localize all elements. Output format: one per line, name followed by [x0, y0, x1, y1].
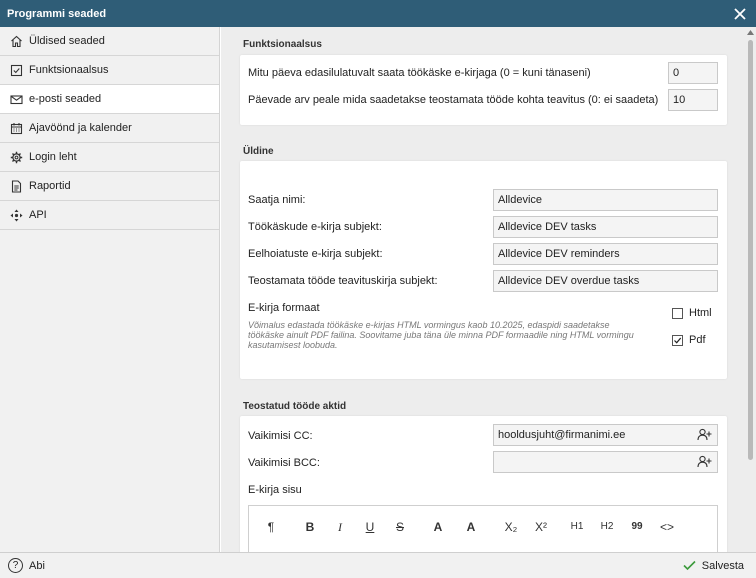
move-arrows-icon — [9, 208, 23, 222]
pdf-checkbox[interactable] — [672, 334, 683, 346]
gear-icon — [9, 150, 23, 164]
footer-bar: ? Abi Salvesta — [0, 552, 756, 578]
tasks-subject-input[interactable]: Alldevice DEV tasks — [493, 216, 718, 238]
save-label: Salvesta — [701, 559, 744, 572]
sidebar-item-label: Üldised seaded — [29, 35, 105, 47]
heading1-button[interactable]: H1 — [569, 521, 585, 532]
sidebar-item-label: Funktsionaalsus — [29, 64, 109, 76]
settings-content: Funktsionaalsus Mitu päeva edasilulatuva… — [221, 27, 745, 552]
default-bcc-label: Vaikimisi BCC: — [248, 457, 320, 469]
superscript-button[interactable]: X² — [533, 520, 549, 534]
pdf-option-label: Pdf — [689, 334, 706, 346]
sidebar-item-login-page[interactable]: Login leht — [0, 143, 219, 172]
functionality-card: Mitu päeva edasilulatuvalt saata töökäsk… — [240, 55, 727, 125]
reminders-subject-label: Eelhoiatuste e-kirja subjekt: — [248, 248, 383, 260]
help-icon: ? — [8, 558, 23, 573]
days-ahead-label: Mitu päeva edasilulatuvalt saata töökäsk… — [248, 67, 591, 79]
section-title-functionality: Funktsionaalsus — [243, 39, 322, 50]
document-icon — [9, 179, 23, 193]
underline-button[interactable]: U — [362, 520, 378, 534]
overdue-subject-input[interactable]: Alldevice DEV overdue tasks — [493, 270, 718, 292]
sender-name-input[interactable]: Alldevice — [493, 189, 718, 211]
tasks-subject-label: Töökäskude e-kirja subjekt: — [248, 221, 382, 233]
sidebar-item-label: API — [29, 209, 47, 221]
window-titlebar: Programmi seaded — [0, 0, 756, 27]
default-bcc-input[interactable] — [493, 451, 718, 473]
overdue-subject-label: Teostamata tööde teavituskirja subjekt: — [248, 275, 438, 287]
bold-button[interactable]: B — [302, 520, 318, 534]
help-label: Abi — [29, 559, 45, 572]
sidebar-item-label: e-posti seaded — [29, 93, 102, 105]
default-cc-value: hooldusjuht@firmanimi.ee — [498, 429, 626, 441]
overdue-days-label: Päevade arv peale mida saadetakse teosta… — [248, 94, 659, 106]
html-checkbox[interactable] — [672, 307, 683, 319]
sidebar-item-email-settings[interactable]: e-posti seaded — [0, 85, 219, 114]
days-ahead-input[interactable]: 0 — [668, 62, 718, 84]
home-icon — [9, 34, 23, 48]
heading2-button[interactable]: H2 — [599, 521, 615, 532]
default-cc-label: Vaikimisi CC: — [248, 430, 313, 442]
html-format-option[interactable]: Html — [672, 307, 712, 319]
sidebar-item-label: Ajavöönd ja kalender — [29, 122, 132, 134]
email-body-label: E-kirja sisu — [248, 484, 302, 496]
sidebar-item-reports[interactable]: Raportid — [0, 172, 219, 201]
sidebar-item-label: Login leht — [29, 151, 77, 163]
envelope-icon — [9, 92, 23, 106]
html-option-label: Html — [689, 307, 712, 319]
code-button[interactable]: <> — [659, 520, 675, 534]
checkbox-icon — [9, 63, 23, 77]
close-icon[interactable] — [732, 6, 748, 22]
overdue-days-input[interactable]: 10 — [668, 89, 718, 111]
calendar-icon — [9, 121, 23, 135]
rich-text-editor[interactable]: ¶ B I U S A A X₂ X² H1 H2 99 <> — [248, 505, 718, 552]
italic-button[interactable]: I — [332, 520, 348, 535]
sidebar-item-label: Raportid — [29, 180, 71, 192]
section-title-completed-acts: Teostatud tööde aktid — [243, 401, 347, 412]
sidebar-item-timezone-calendar[interactable]: Ajavöönd ja kalender — [0, 114, 219, 143]
text-color-button[interactable]: A — [430, 520, 446, 534]
window-title: Programmi seaded — [7, 7, 107, 20]
scroll-up-icon[interactable] — [747, 30, 754, 35]
highlight-color-button[interactable]: A — [463, 520, 479, 534]
sender-name-label: Saatja nimi: — [248, 194, 306, 206]
vertical-scrollbar[interactable] — [745, 27, 756, 552]
add-user-icon[interactable] — [697, 455, 712, 472]
help-button[interactable]: ? Abi — [8, 558, 45, 573]
add-user-icon[interactable] — [697, 428, 712, 445]
pdf-format-option[interactable]: Pdf — [672, 334, 706, 346]
section-title-general: Üldine — [243, 146, 274, 157]
email-format-label: E-kirja formaat — [248, 302, 320, 314]
email-format-note: Võimalus edastada töökäske e-kirjas HTML… — [248, 320, 634, 350]
blockquote-button[interactable]: 99 — [629, 521, 645, 532]
general-card: Saatja nimi: Alldevice Töökäskude e-kirj… — [240, 161, 727, 379]
strikethrough-button[interactable]: S — [392, 520, 408, 534]
subscript-button[interactable]: X₂ — [503, 520, 519, 534]
reminders-subject-input[interactable]: Alldevice DEV reminders — [493, 243, 718, 265]
sidebar-item-api[interactable]: API — [0, 201, 219, 230]
completed-acts-card: Vaikimisi CC: hooldusjuht@firmanimi.ee V… — [240, 416, 727, 552]
paragraph-button[interactable]: ¶ — [263, 520, 279, 534]
default-cc-input[interactable]: hooldusjuht@firmanimi.ee — [493, 424, 718, 446]
save-button[interactable]: Salvesta — [683, 560, 744, 572]
sidebar-item-functionality[interactable]: Funktsionaalsus — [0, 56, 219, 85]
scrollbar-thumb[interactable] — [748, 40, 753, 460]
sidebar-item-general-settings[interactable]: Üldised seaded — [0, 27, 219, 56]
sidebar: Üldised seaded Funktsionaalsus e-posti s… — [0, 27, 220, 552]
checkmark-icon — [683, 560, 696, 571]
